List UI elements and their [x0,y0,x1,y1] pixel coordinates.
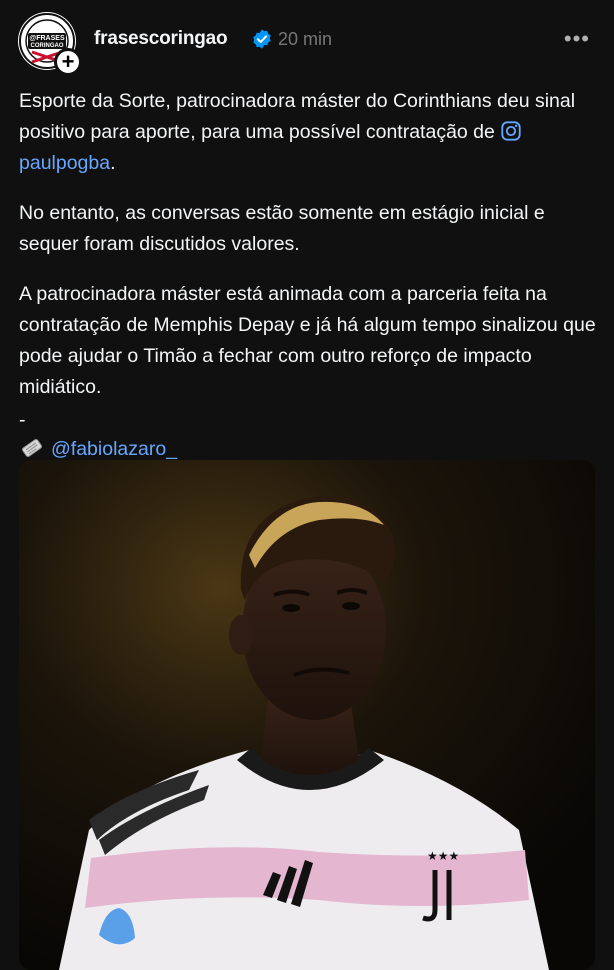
verified-badge-icon [253,29,271,49]
caption-paragraph-1-text: Esporte da Sorte, patrocinadora máster d… [19,90,576,143]
avatar-text-2: CORINGAO [31,43,64,49]
newspaper-icon [22,439,42,457]
post-timestamp: 20 min [278,29,333,49]
instagram-icon [501,121,521,141]
caption-paragraph-1: Esporte da Sorte, patrocinadora máster d… [19,86,604,179]
stars-mark: ★★★ [427,849,459,863]
post-header: @FRASES CORINGAO + frasescoringao 20 min… [18,12,596,76]
author-username[interactable]: frasescoringao [94,28,228,50]
caption-paragraph-1-end: . [110,152,116,174]
caption-paragraph-2: No entanto, as conversas estão somente e… [19,202,545,255]
follow-button[interactable]: + [54,48,82,76]
more-options-icon[interactable]: ••• [564,26,590,52]
player-photo: ★★★ [19,460,595,970]
avatar-text-1: @FRASES [29,35,65,42]
mention-paulpogba-label: paulpogba [19,152,111,174]
caption-paragraph-3: A patrocinadora máster está animada com … [19,283,596,398]
post-caption: Esporte da Sorte, patrocinadora máster d… [19,86,604,465]
caption-separator: - [19,409,26,431]
post-image[interactable]: ★★★ [19,460,595,970]
mention-fabiolazaro[interactable]: @fabiolazaro_ [51,438,177,460]
